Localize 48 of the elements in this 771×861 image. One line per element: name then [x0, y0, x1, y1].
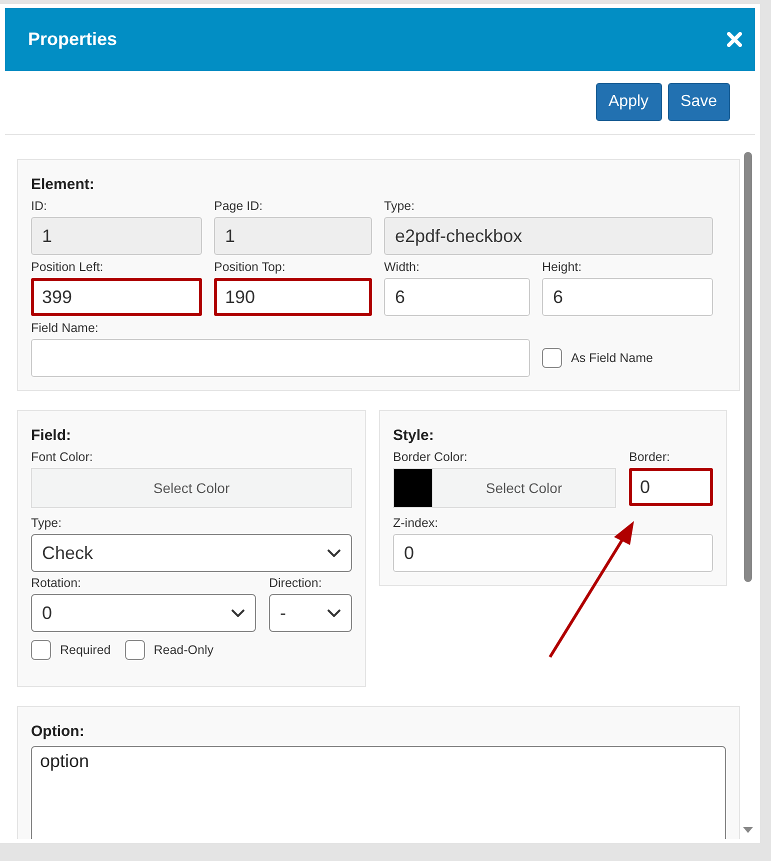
- dialog-title: Properties: [28, 29, 118, 50]
- section-title: Field:: [31, 427, 72, 444]
- field-label: Border Color:: [393, 450, 468, 464]
- input-field[interactable]: [31, 339, 530, 377]
- section-title: Style:: [393, 427, 435, 444]
- field-label: Width:: [384, 260, 420, 274]
- input-field[interactable]: 190: [214, 278, 372, 316]
- field-label: Page ID:: [214, 199, 264, 213]
- scroll-down-icon[interactable]: [742, 827, 752, 833]
- input-field[interactable]: 0: [393, 534, 713, 572]
- input-field[interactable]: 0: [629, 468, 713, 506]
- section-title: Element:: [31, 176, 96, 193]
- close-icon[interactable]: [727, 32, 742, 47]
- direction-select[interactable]: -: [269, 594, 352, 632]
- checkbox-label: Read-Only: [154, 643, 214, 657]
- field-label: Direction:: [269, 576, 323, 590]
- option-text-area[interactable]: option: [31, 746, 726, 839]
- type-select[interactable]: Check: [31, 534, 352, 572]
- field-label: Type:: [384, 199, 416, 213]
- section-title: Option:: [31, 723, 86, 740]
- checkbox-label: Required: [60, 643, 111, 657]
- scrollbar-thumb[interactable]: [744, 152, 752, 582]
- field-label: Z-index:: [393, 516, 440, 530]
- checkbox[interactable]: [542, 348, 562, 368]
- field-label: ID:: [31, 199, 48, 213]
- input-field[interactable]: 399: [31, 278, 202, 316]
- field-label: Position Top:: [214, 260, 286, 274]
- checkbox[interactable]: [31, 640, 51, 660]
- color-swatch[interactable]: [393, 468, 433, 508]
- chevron-icon: [327, 549, 341, 557]
- field-label: Height:: [542, 260, 583, 274]
- chevron-icon: [231, 609, 245, 617]
- checkbox[interactable]: [124, 640, 145, 660]
- field-label: Font Color:: [31, 450, 94, 464]
- checkbox-label: As Field Name: [571, 351, 653, 365]
- field-label: Rotation:: [31, 576, 82, 590]
- select-color-button[interactable]: Select Color: [31, 468, 352, 508]
- field-label: Field Name:: [31, 321, 100, 335]
- chevron-icon: [327, 609, 341, 617]
- select-color-button[interactable]: Select Color: [433, 468, 616, 508]
- rotation-select[interactable]: 0: [31, 594, 256, 632]
- input-field[interactable]: 6: [384, 278, 530, 316]
- field-label: Type:: [31, 516, 63, 530]
- field-label: Border:: [629, 450, 671, 464]
- input-field[interactable]: 6: [542, 278, 713, 316]
- field-label: Position Left:: [31, 260, 104, 274]
- save-button[interactable]: Save: [668, 83, 730, 121]
- apply-button[interactable]: Apply: [596, 83, 662, 121]
